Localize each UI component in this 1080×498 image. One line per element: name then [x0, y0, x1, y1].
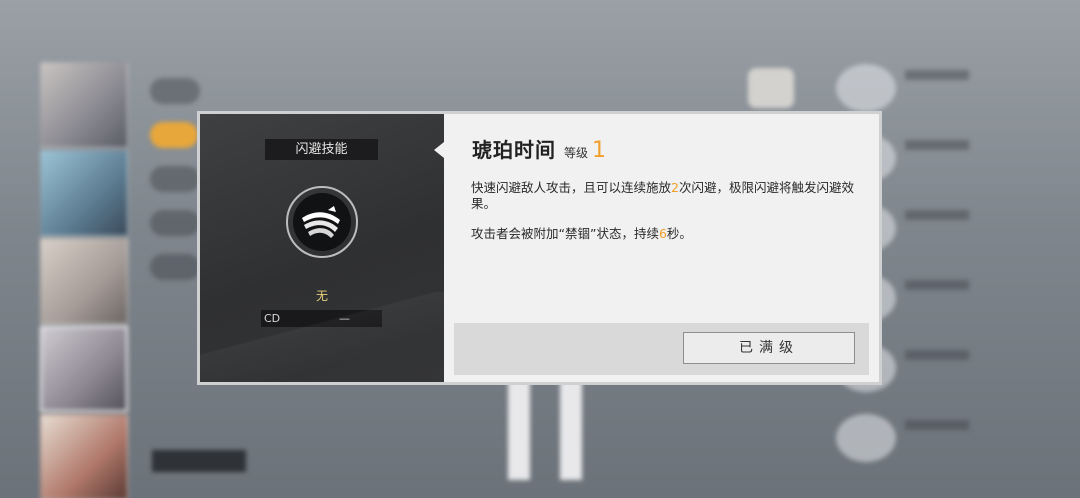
- description-text: 秒。: [666, 226, 692, 241]
- description-text: 快速闪避敌人攻击，且可以连续施放: [471, 180, 672, 195]
- claw-slash-icon: [293, 193, 351, 251]
- character-portrait[interactable]: [40, 62, 128, 148]
- skill-detail-dialog: 闪避技能 无 CD — 琥珀时间 等级 1 快速闪避敌人攻击，且可以连续施放2次…: [197, 111, 882, 385]
- character-portrait[interactable]: [40, 326, 128, 412]
- skill-list-label: [905, 280, 969, 290]
- skill-list-labels: [905, 70, 969, 490]
- skill-summary-panel: 闪避技能 无 CD —: [200, 114, 444, 382]
- side-menu-item[interactable]: [150, 166, 200, 192]
- character-portrait[interactable]: [40, 414, 128, 498]
- cooldown-label: CD: [264, 312, 281, 325]
- faction-emblem: [748, 68, 794, 108]
- character-portrait-list: [40, 62, 132, 498]
- panel-pointer: [434, 142, 444, 158]
- skill-type-label: 闪避技能: [265, 139, 378, 160]
- filter-all-button[interactable]: [152, 450, 246, 472]
- energy-cost: 无: [315, 289, 328, 303]
- side-menu: [150, 78, 200, 298]
- side-menu-item-active[interactable]: [150, 122, 198, 148]
- character-portrait[interactable]: [40, 238, 128, 324]
- description-highlight: 6: [658, 226, 667, 241]
- description-paragraph: 攻击者会被附加“禁锢”状态，持续6秒。: [471, 226, 866, 242]
- cooldown-value: —: [339, 312, 350, 325]
- skill-title-row: 琥珀时间 等级 1: [472, 134, 606, 163]
- description-highlight: 2: [671, 180, 679, 195]
- level-label: 等级: [564, 146, 589, 160]
- skill-list-label: [905, 420, 969, 430]
- max-level-button[interactable]: 已满级: [683, 332, 855, 364]
- character-model: [490, 380, 600, 480]
- skill-detail-panel: 琥珀时间 等级 1 快速闪避敌人攻击，且可以连续施放2次闪避，极限闪避将触发闪避…: [444, 114, 879, 382]
- skill-description: 快速闪避敌人攻击，且可以连续施放2次闪避，极限闪避将触发闪避效果。 攻击者会被附…: [471, 180, 866, 256]
- side-menu-item[interactable]: [150, 78, 200, 104]
- character-portrait[interactable]: [40, 150, 128, 236]
- side-menu-item[interactable]: [150, 254, 200, 280]
- skill-list-label: [905, 350, 969, 360]
- dialog-footer: 已满级: [454, 323, 869, 375]
- skill-icon-frame: [286, 186, 358, 258]
- cooldown-bar: CD —: [261, 310, 382, 327]
- skill-list-label: [905, 210, 969, 220]
- description-paragraph: 快速闪避敌人攻击，且可以连续施放2次闪避，极限闪避将触发闪避效果。: [471, 180, 866, 212]
- skill-list-icon[interactable]: [836, 64, 896, 112]
- side-menu-item[interactable]: [150, 210, 200, 236]
- description-text: 攻击者会被附加“禁锢”状态，持续: [471, 226, 659, 241]
- level-value: 1: [592, 138, 607, 163]
- skill-name: 琥珀时间: [472, 138, 556, 162]
- skill-list-icon[interactable]: [836, 414, 896, 462]
- skill-list-label: [905, 140, 969, 150]
- skill-list-label: [905, 70, 969, 80]
